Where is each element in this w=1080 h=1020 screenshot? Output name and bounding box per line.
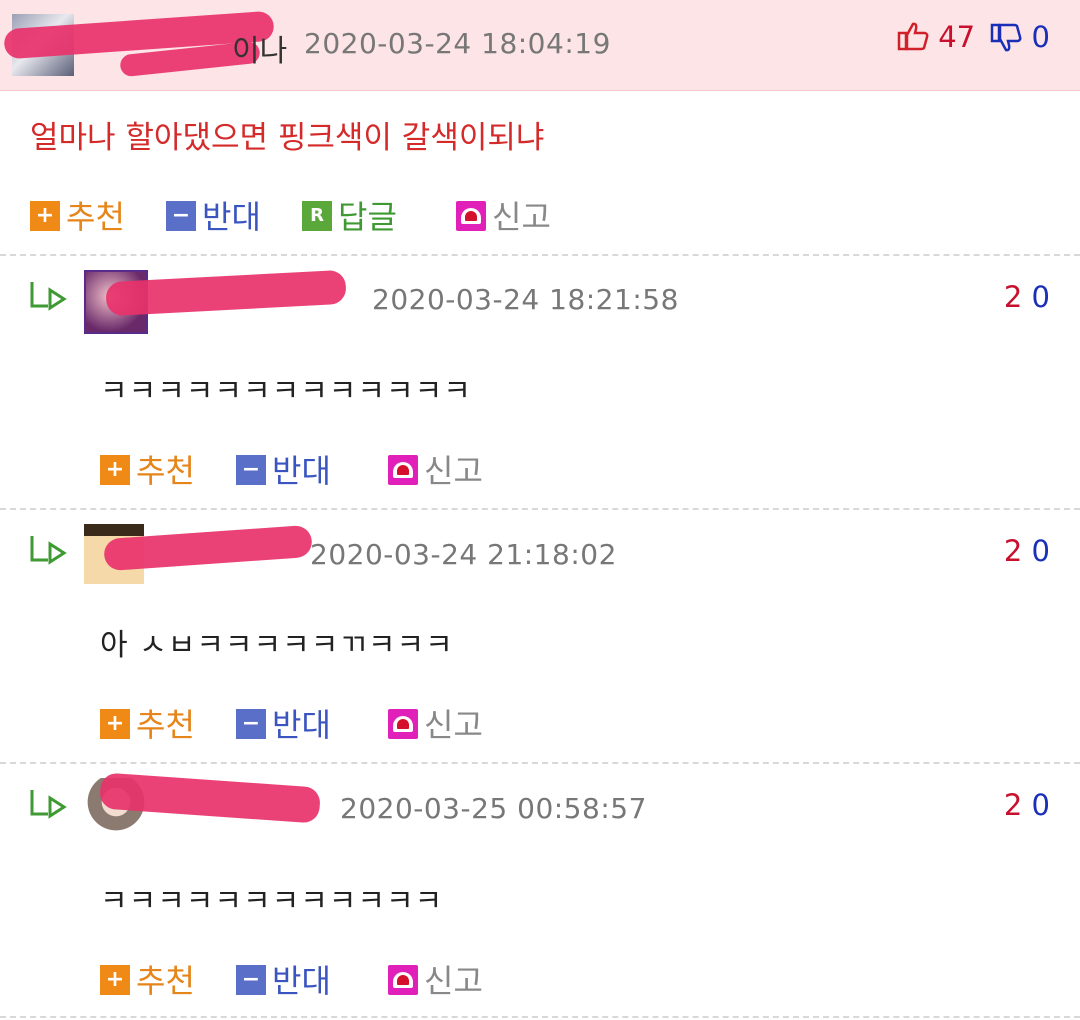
oppose-button[interactable]: − 반대 bbox=[166, 192, 261, 238]
plus-icon: + bbox=[100, 455, 130, 485]
divider bbox=[0, 1016, 1080, 1018]
dislike-count: 0 bbox=[1031, 788, 1050, 822]
thumb-down-icon[interactable] bbox=[990, 20, 1031, 54]
reply-text: 아 ㅅㅂㅋㅋㅋㅋㅋㄲㅋㅋㅋ bbox=[100, 628, 454, 663]
like-count: 47 bbox=[938, 20, 976, 54]
plus-icon: + bbox=[30, 201, 60, 231]
comment-text: 얼마나 할아댔으면 핑크색이 갈색이되냐 bbox=[30, 120, 545, 156]
minus-icon: − bbox=[236, 455, 266, 485]
report-button[interactable]: 신고 bbox=[388, 956, 483, 1002]
reply-arrow-icon bbox=[28, 280, 68, 318]
reply-arrow-icon bbox=[28, 788, 68, 826]
divider bbox=[0, 762, 1080, 764]
report-button[interactable]: 신고 bbox=[388, 446, 483, 492]
minus-icon: − bbox=[236, 709, 266, 739]
report-button[interactable]: 신고 bbox=[456, 192, 551, 238]
like-count: 2 bbox=[1003, 788, 1023, 822]
reply-text: ㅋㅋㅋㅋㅋㅋㅋㅋㅋㅋㅋㅋ bbox=[100, 884, 444, 919]
reply-votes: 2 0 bbox=[1004, 534, 1050, 568]
siren-icon bbox=[388, 965, 418, 995]
reply-date: 2020-03-24 21:18:02 bbox=[310, 538, 617, 571]
divider bbox=[0, 508, 1080, 510]
plus-icon: + bbox=[100, 709, 130, 739]
oppose-button[interactable]: − 반대 bbox=[236, 956, 331, 1002]
like-count: 2 bbox=[1003, 280, 1023, 314]
recommend-button[interactable]: + 추천 bbox=[30, 192, 125, 238]
comment-date: 2020-03-24 18:04:19 bbox=[304, 27, 611, 60]
reply-arrow-icon bbox=[28, 534, 68, 572]
dislike-count: 0 bbox=[1031, 534, 1050, 568]
reply-text: ㅋㅋㅋㅋㅋㅋㅋㅋㅋㅋㅋㅋㅋ bbox=[100, 374, 472, 409]
recommend-button[interactable]: + 추천 bbox=[100, 700, 195, 746]
username-suffix[interactable]: 이나 bbox=[232, 26, 287, 70]
siren-icon bbox=[388, 455, 418, 485]
reply-date: 2020-03-24 18:21:58 bbox=[372, 283, 679, 316]
divider bbox=[0, 254, 1080, 256]
like-count: 2 bbox=[1003, 534, 1023, 568]
siren-icon bbox=[456, 201, 486, 231]
dislike-count: 0 bbox=[1031, 280, 1050, 314]
reply-button[interactable]: R 답글 bbox=[302, 192, 397, 238]
dislike-count: 0 bbox=[1031, 20, 1050, 54]
minus-icon: − bbox=[236, 965, 266, 995]
reply-votes: 2 0 bbox=[1004, 788, 1050, 822]
comment-header: 이나 2020-03-24 18:04:19 47 0 bbox=[0, 0, 1080, 91]
minus-icon: − bbox=[166, 201, 196, 231]
plus-icon: + bbox=[100, 965, 130, 995]
vote-summary: 47 0 bbox=[897, 20, 1050, 54]
oppose-button[interactable]: − 반대 bbox=[236, 700, 331, 746]
oppose-button[interactable]: − 반대 bbox=[236, 446, 331, 492]
reply-votes: 2 0 bbox=[1004, 280, 1050, 314]
siren-icon bbox=[388, 709, 418, 739]
report-button[interactable]: 신고 bbox=[388, 700, 483, 746]
recommend-button[interactable]: + 추천 bbox=[100, 956, 195, 1002]
thumb-up-icon[interactable] bbox=[897, 20, 938, 54]
reply-icon: R bbox=[302, 201, 332, 231]
reply-date: 2020-03-25 00:58:57 bbox=[340, 792, 647, 825]
recommend-button[interactable]: + 추천 bbox=[100, 446, 195, 492]
